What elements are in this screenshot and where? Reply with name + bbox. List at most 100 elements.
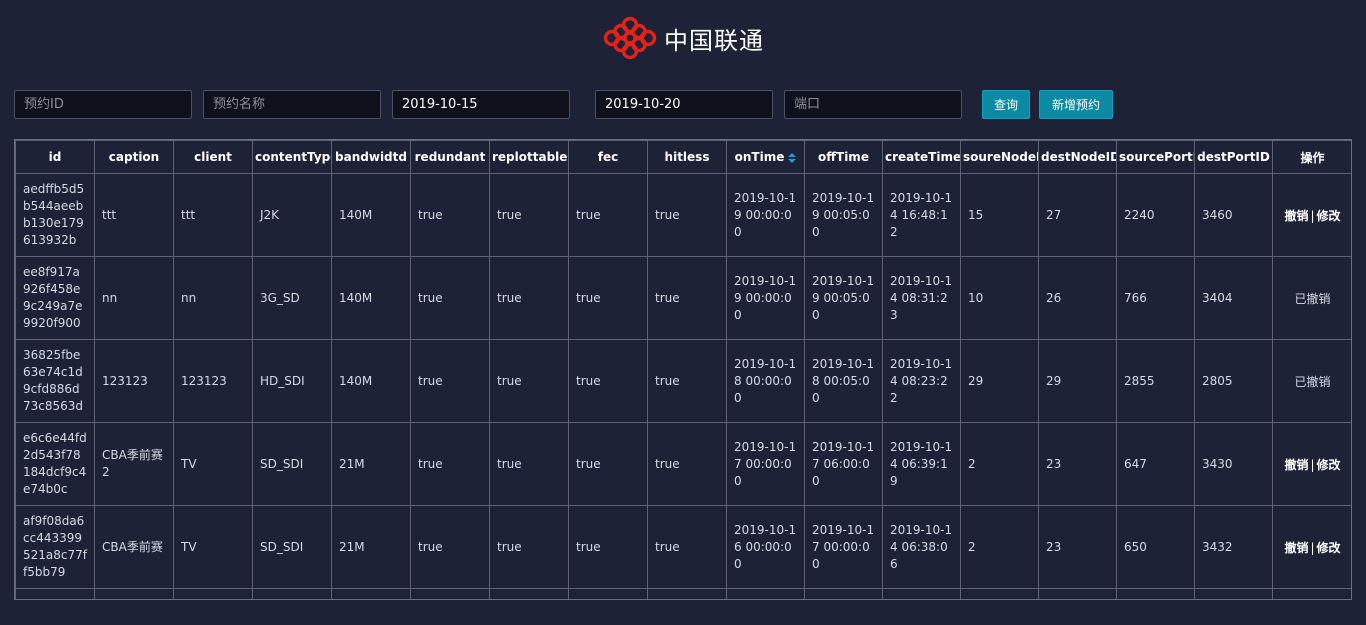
column-header-dest-port-id: destPortID [1194, 140, 1273, 174]
sort-icon[interactable] [788, 152, 797, 163]
table-row: ee8f917a926f458e9c249a7e9920f900 nn nn 3… [15, 256, 1351, 340]
reservation-id-input[interactable] [14, 90, 192, 119]
cell-off-time: 2019-10-19 00:05:00 [804, 256, 883, 340]
cell-bandwidth: 140M [331, 256, 411, 340]
cell-redundant: true [410, 422, 490, 506]
cell-caption: nn [94, 256, 174, 340]
cell-dest-node-id: 26 [1038, 256, 1117, 340]
cell-hitless: true [647, 339, 727, 423]
table-row: aedffb5d5b544aeebb130e179613932b ttt ttt… [15, 173, 1351, 257]
column-header-bandwidth: bandwidtd [331, 140, 411, 174]
cell-id: 36825fbe63e74c1d9cfd886d73c8563d [15, 339, 95, 423]
cell-bandwidth: 140M [331, 173, 411, 257]
cell-source-node-id: 29 [960, 339, 1039, 423]
cell-source-node-id: 10 [960, 256, 1039, 340]
column-header-replottable: replottable [489, 140, 569, 174]
cell-caption: ttt [94, 173, 174, 257]
cell-source-port-id: 647 [1116, 422, 1195, 506]
cell-source-port-id: 2855 [1116, 339, 1195, 423]
cell-on-time: 2019-10-19 00:00:00 [726, 173, 805, 257]
column-header-content-type: contentType [252, 140, 332, 174]
cell-caption: CBA季前赛 [94, 505, 174, 589]
column-header-dest-node-id: destNodeID [1038, 140, 1117, 174]
cell-empty [726, 588, 805, 599]
cancel-link[interactable]: 撤销 [1284, 209, 1308, 223]
brand-name: 中国联通 [664, 26, 764, 55]
cell-fec: true [568, 505, 648, 589]
column-header-on-time[interactable]: onTime [726, 140, 805, 174]
cell-actions: 已撤销 [1272, 256, 1351, 340]
cell-empty [173, 588, 253, 599]
column-header-id: id [15, 140, 95, 174]
cell-off-time: 2019-10-17 06:00:00 [804, 422, 883, 506]
cell-replottable: true [489, 173, 569, 257]
port-input[interactable] [784, 90, 962, 119]
column-header-source-port-id: sourcePortID [1116, 140, 1195, 174]
cell-bandwidth: 140M [331, 339, 411, 423]
cell-dest-port-id: 3460 [1194, 173, 1273, 257]
cell-empty [960, 588, 1039, 599]
cell-id: aedffb5d5b544aeebb130e179613932b [15, 173, 95, 257]
cell-source-port-id: 650 [1116, 505, 1195, 589]
table-row: af9f08da6cc443399521a8c77ff5bb79 CBA季前赛 … [15, 505, 1351, 589]
cell-source-port-id: 766 [1116, 256, 1195, 340]
cell-dest-node-id: 23 [1038, 505, 1117, 589]
cancel-link[interactable]: 撤销 [1284, 458, 1308, 472]
cell-replottable: true [489, 505, 569, 589]
cell-hitless: true [647, 505, 727, 589]
column-header-fec: fec [568, 140, 648, 174]
cell-empty [15, 588, 95, 599]
cell-fec: true [568, 256, 648, 340]
cell-id: e6c6e44fd2d543f78184dcf9c4e74b0c [15, 422, 95, 506]
edit-link[interactable]: 修改 [1317, 209, 1341, 223]
column-header-create-time[interactable]: createTime [882, 140, 961, 174]
app-header: 中国联通 [0, 14, 1366, 62]
end-date-input[interactable] [595, 90, 773, 119]
cell-client: TV [173, 422, 253, 506]
cell-actions: 已撤销 [1272, 339, 1351, 423]
cell-fec: true [568, 339, 648, 423]
cell-content-type: J2K [252, 173, 332, 257]
cell-redundant: true [410, 173, 490, 257]
start-date-input[interactable] [392, 90, 570, 119]
column-header-source-node-id: soureNodeID [960, 140, 1039, 174]
cell-empty [647, 588, 727, 599]
cell-id: ee8f917a926f458e9c249a7e9920f900 [15, 256, 95, 340]
cell-on-time: 2019-10-18 00:00:00 [726, 339, 805, 423]
cell-redundant: true [410, 505, 490, 589]
cell-content-type: SD_SDI [252, 505, 332, 589]
column-header-create-time-label: createTime [885, 150, 961, 164]
cancel-link[interactable]: 撤销 [1284, 541, 1308, 555]
query-button[interactable]: 查询 [982, 90, 1030, 119]
cell-off-time: 2019-10-19 00:05:00 [804, 173, 883, 257]
column-header-actions: 操作 [1272, 140, 1351, 174]
cell-hitless: true [647, 422, 727, 506]
table-row: e6c6e44fd2d543f78184dcf9c4e74b0c CBA季前赛2… [15, 422, 1351, 506]
table-header-row: id caption client contentType bandwidtd … [15, 140, 1351, 174]
cell-dest-port-id: 2805 [1194, 339, 1273, 423]
cell-client: ttt [173, 173, 253, 257]
cell-fec: true [568, 173, 648, 257]
edit-link[interactable]: 修改 [1317, 458, 1341, 472]
cell-source-port-id: 2240 [1116, 173, 1195, 257]
edit-link[interactable]: 修改 [1317, 541, 1341, 555]
cell-actions: 撤销 | 修改 [1272, 422, 1351, 506]
cell-replottable: true [489, 339, 569, 423]
cell-actions: 撤销 | 修改 [1272, 505, 1351, 589]
reservation-table-container[interactable]: id caption client contentType bandwidtd … [14, 139, 1352, 600]
cell-create-time: 2019-10-14 08:31:23 [882, 256, 961, 340]
cell-create-time: 2019-10-14 06:38:06 [882, 505, 961, 589]
cell-redundant: true [410, 339, 490, 423]
cell-client: TV [173, 505, 253, 589]
china-unicom-knot-icon [603, 16, 657, 60]
add-reservation-button[interactable]: 新增预约 [1039, 90, 1113, 119]
reservation-name-input[interactable] [203, 90, 381, 119]
cell-empty [1038, 588, 1117, 599]
cell-fec: true [568, 422, 648, 506]
cell-source-node-id: 2 [960, 505, 1039, 589]
cell-dest-port-id: 3430 [1194, 422, 1273, 506]
cell-bandwidth: 21M [331, 505, 411, 589]
cell-client: 123123 [173, 339, 253, 423]
cell-dest-node-id: 27 [1038, 173, 1117, 257]
cell-source-node-id: 15 [960, 173, 1039, 257]
